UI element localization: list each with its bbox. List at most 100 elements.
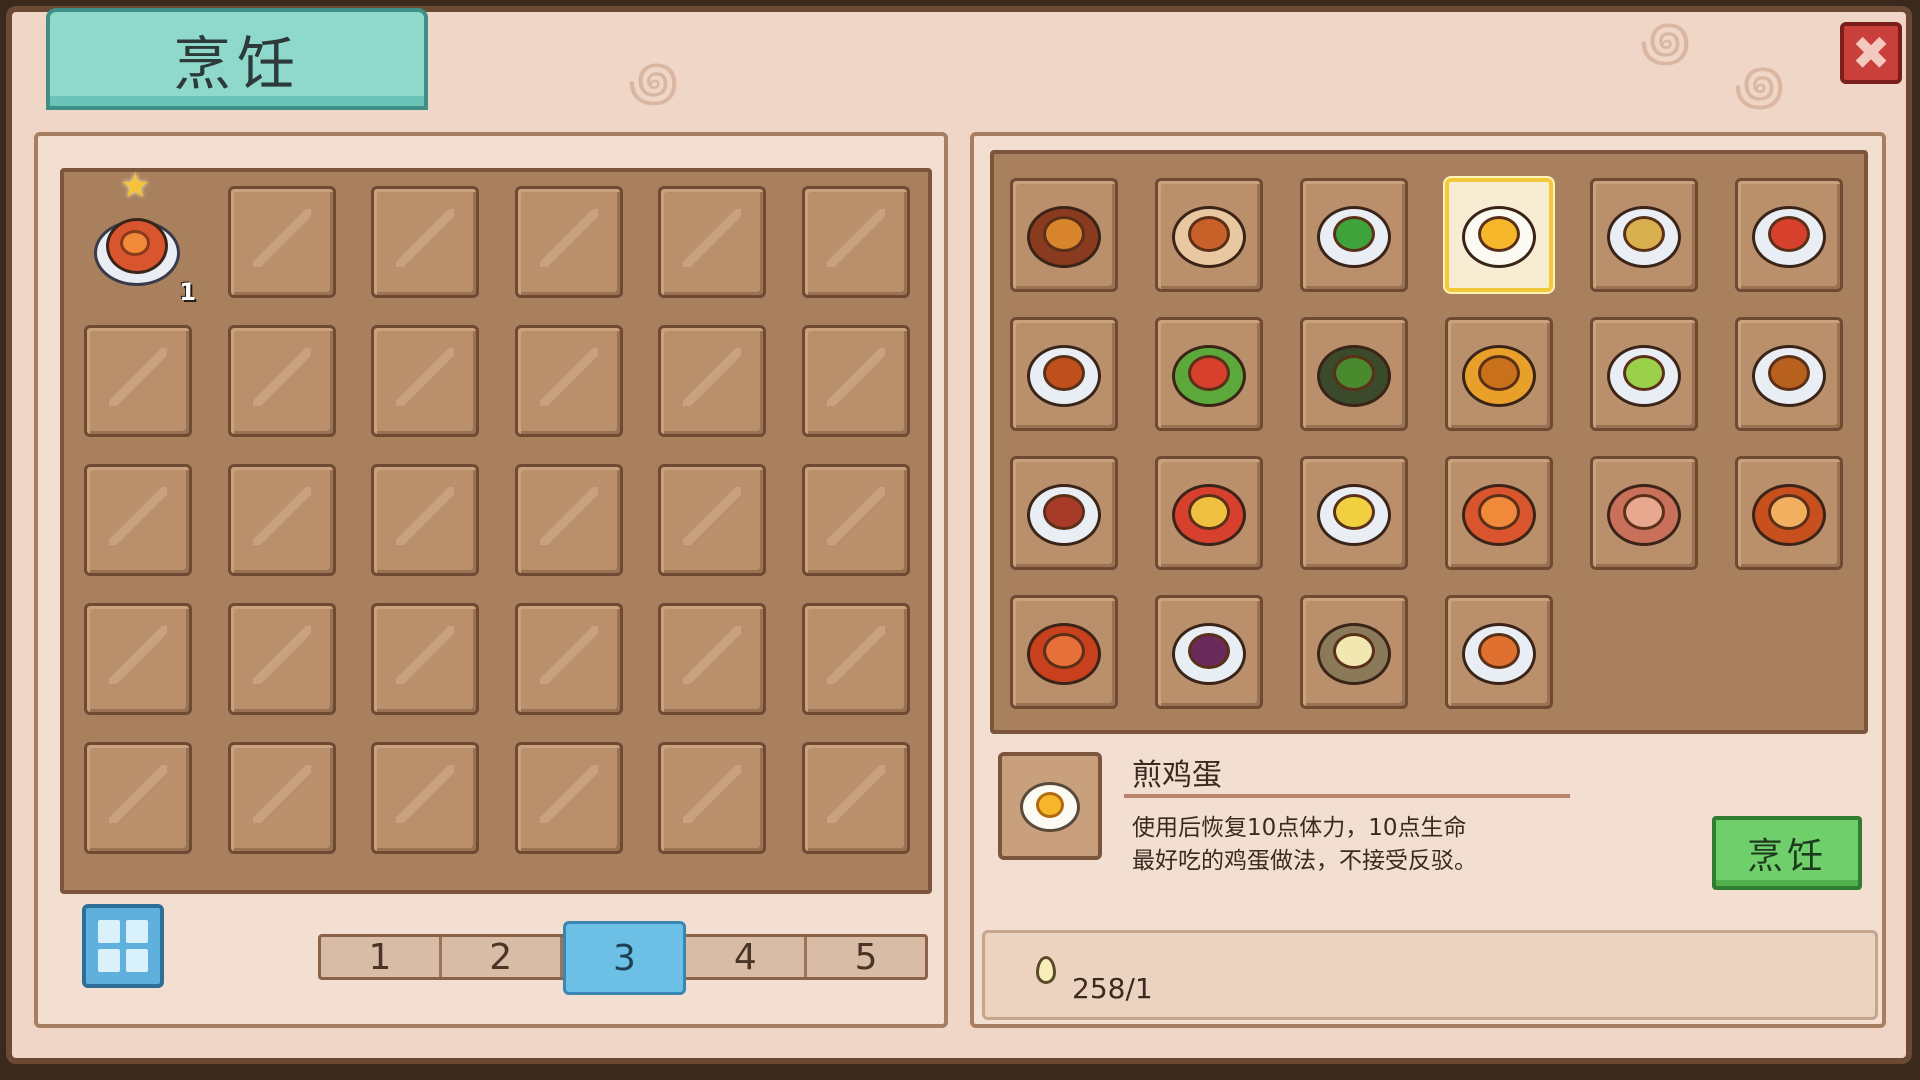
- pickle-jar-icon: [1317, 337, 1391, 411]
- slot-shine: [683, 348, 741, 406]
- vegetable-soup-icon: [1172, 337, 1246, 411]
- inventory-slot[interactable]: [371, 325, 479, 437]
- recipe-slot[interactable]: [1300, 178, 1408, 292]
- inventory-slot[interactable]: [371, 742, 479, 854]
- inventory-slot[interactable]: [514, 464, 623, 576]
- recipe-slot[interactable]: [1155, 178, 1263, 292]
- cook-button[interactable]: 烹饪: [1712, 816, 1862, 890]
- recipe-slot[interactable]: [1445, 178, 1553, 292]
- inventory-slot[interactable]: [514, 186, 623, 298]
- recipe-slot[interactable]: [1010, 178, 1118, 292]
- inventory-slot[interactable]: [84, 742, 192, 854]
- slot-shine: [396, 487, 454, 545]
- recipe-slot[interactable]: [1735, 317, 1843, 431]
- inventory-slot[interactable]: [658, 325, 766, 437]
- inventory-slot[interactable]: [658, 742, 766, 854]
- inventory-slot[interactable]: [84, 603, 192, 715]
- recipe-slot[interactable]: [1445, 595, 1553, 709]
- slot-shine: [826, 348, 885, 406]
- slot-shine: [683, 626, 741, 684]
- recipe-slot[interactable]: [1300, 456, 1408, 570]
- recipe-slot[interactable]: [1735, 456, 1843, 570]
- window-title: 烹饪: [172, 30, 301, 98]
- recipe-slot[interactable]: [1010, 456, 1118, 570]
- green-salad-icon: [1317, 198, 1391, 272]
- page-4-button[interactable]: 4: [686, 937, 808, 978]
- slot-shine: [252, 487, 311, 545]
- recipe-slot[interactable]: [1155, 456, 1263, 570]
- pizza-icon: [1027, 615, 1101, 689]
- recipe-slot[interactable]: [1445, 456, 1553, 570]
- recipe-slot[interactable]: [1735, 178, 1843, 292]
- decor-swirl-icon: ꩜: [628, 50, 680, 113]
- fried-egg-icon: [1018, 774, 1082, 838]
- recipe-slot[interactable]: [1300, 595, 1408, 709]
- cook-button-label: 烹饪: [1746, 836, 1827, 877]
- grid-view-toggle-button[interactable]: [82, 904, 164, 988]
- noodle-bowl-icon: [1752, 337, 1826, 411]
- inventory-slot[interactable]: [227, 464, 336, 576]
- inventory-slot[interactable]: [658, 464, 766, 576]
- inventory-slot[interactable]: [658, 603, 766, 715]
- close-icon: ✖: [1851, 26, 1891, 80]
- inventory-slot[interactable]: [371, 603, 479, 715]
- steak-icon: [1607, 476, 1681, 550]
- inventory-slot[interactable]: [227, 603, 336, 715]
- inventory-slot[interactable]: [801, 464, 910, 576]
- recipe-slot[interactable]: [1155, 317, 1263, 431]
- inventory-slot[interactable]: [371, 464, 479, 576]
- meat-lasagna-icon: [1027, 198, 1101, 272]
- pie-slice-icon: [1752, 476, 1826, 550]
- shrimp-plate-icon: [1462, 615, 1536, 689]
- recipe-flavor-text: 最好吃的鸡蛋做法，不接受反驳。: [1132, 848, 1477, 874]
- berry-plate-icon: [1172, 615, 1246, 689]
- inventory-slot[interactable]: [514, 742, 623, 854]
- close-button[interactable]: ✖: [1840, 22, 1902, 84]
- slot-shine: [539, 626, 598, 684]
- item-quantity: 1: [179, 278, 196, 306]
- dumplings-icon: [1607, 198, 1681, 272]
- slot-shine: [826, 765, 885, 823]
- recipe-slot[interactable]: [1155, 595, 1263, 709]
- inventory-slot[interactable]: [514, 325, 623, 437]
- slot-shine: [252, 348, 311, 406]
- inventory-slot[interactable]: [227, 325, 336, 437]
- page-5-button[interactable]: 5: [807, 937, 925, 978]
- page-1-button[interactable]: 1: [321, 937, 442, 978]
- slot-shine: [109, 348, 167, 406]
- slot-shine: [539, 487, 598, 545]
- inventory-slot[interactable]: [227, 186, 336, 298]
- recipe-slot[interactable]: [1445, 317, 1553, 431]
- corn-plate-icon: [1317, 476, 1391, 550]
- inventory-slot[interactable]: [227, 742, 336, 854]
- inventory-slot[interactable]: [801, 742, 910, 854]
- inventory-slot[interactable]: [84, 464, 192, 576]
- fried-chicken-icon: [1462, 337, 1536, 411]
- tomato-dish-icon: [1752, 198, 1826, 272]
- page-3-button[interactable]: 3: [562, 921, 687, 995]
- inventory-slot[interactable]: [84, 325, 192, 437]
- slot-shine: [109, 487, 167, 545]
- inventory-slot[interactable]: [801, 603, 910, 715]
- fried-egg-icon: [1462, 198, 1536, 272]
- recipe-effect-text: 使用后恢复10点体力，10点生命: [1132, 815, 1467, 841]
- fried-fish-dish-icon: [94, 208, 180, 286]
- recipe-slot[interactable]: [1590, 178, 1698, 292]
- recipe-slot[interactable]: [1010, 317, 1118, 431]
- recipe-slot[interactable]: [1300, 317, 1408, 431]
- recipe-slot[interactable]: [1590, 456, 1698, 570]
- inventory-slot[interactable]: [801, 325, 910, 437]
- mixed-salad-icon: [1607, 337, 1681, 411]
- inventory-slot[interactable]: [371, 186, 479, 298]
- recipe-slot[interactable]: [1590, 317, 1698, 431]
- inventory-slot[interactable]: [658, 186, 766, 298]
- recipe-slot[interactable]: [1010, 595, 1118, 709]
- page-2-button[interactable]: 2: [442, 937, 563, 978]
- slot-shine: [683, 487, 741, 545]
- inventory-slot[interactable]: [514, 603, 623, 715]
- slot-shine: [826, 626, 885, 684]
- inventory-slot[interactable]: [801, 186, 910, 298]
- inventory-slot[interactable]: ★ 1: [84, 166, 196, 306]
- slot-shine: [396, 626, 454, 684]
- slot-shine: [539, 765, 598, 823]
